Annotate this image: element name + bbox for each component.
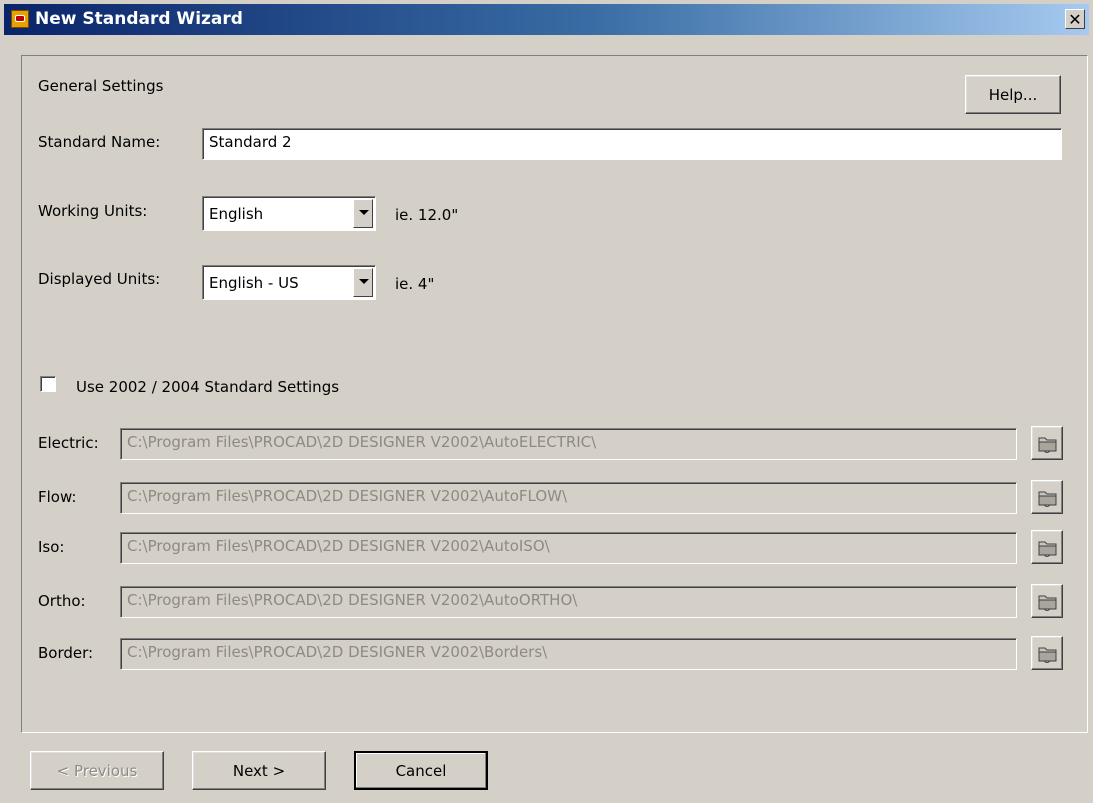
browse-button-0[interactable]: [1031, 426, 1063, 460]
displayed-units-label: Displayed Units:: [38, 270, 161, 288]
displayed-units-value: English - US: [209, 274, 299, 292]
working-units-value: English: [209, 205, 264, 223]
legacy-settings-label[interactable]: Use 2002 / 2004 Standard Settings: [76, 378, 339, 396]
wizard-window: New Standard Wizard ✕ General Settings H…: [0, 0, 1093, 803]
working-units-example: ie. 12.0": [395, 206, 459, 224]
working-units-label: Working Units:: [38, 202, 148, 220]
path-input-2: C:\Program Files\PROCAD\2D DESIGNER V200…: [120, 532, 1017, 564]
app-icon: [11, 10, 29, 28]
path-input-0: C:\Program Files\PROCAD\2D DESIGNER V200…: [120, 428, 1017, 460]
help-button[interactable]: Help...: [965, 75, 1061, 114]
browse-button-4[interactable]: [1031, 636, 1063, 670]
previous-button: < Previous: [30, 751, 164, 790]
standard-name-input[interactable]: Standard 2: [202, 128, 1062, 160]
close-button[interactable]: ✕: [1065, 9, 1085, 29]
path-label-4: Border:: [38, 644, 94, 662]
displayed-units-example: ie. 4": [395, 275, 435, 293]
section-title: General Settings: [38, 77, 164, 95]
chevron-down-icon[interactable]: [353, 268, 373, 297]
path-input-1: C:\Program Files\PROCAD\2D DESIGNER V200…: [120, 482, 1017, 514]
path-label-2: Iso:: [38, 538, 65, 556]
path-label-3: Ortho:: [38, 592, 86, 610]
next-button[interactable]: Next >: [192, 751, 326, 790]
chevron-down-icon[interactable]: [353, 199, 373, 228]
legacy-settings-checkbox[interactable]: [40, 376, 56, 392]
working-units-select[interactable]: English: [202, 196, 376, 231]
displayed-units-select[interactable]: English - US: [202, 265, 376, 300]
standard-name-label: Standard Name:: [38, 133, 161, 151]
path-input-3: C:\Program Files\PROCAD\2D DESIGNER V200…: [120, 586, 1017, 618]
path-label-1: Flow:: [38, 488, 77, 506]
title-bar[interactable]: New Standard Wizard ✕: [4, 4, 1089, 35]
browse-button-3[interactable]: [1031, 584, 1063, 618]
cancel-button[interactable]: Cancel: [354, 751, 488, 790]
browse-button-1[interactable]: [1031, 480, 1063, 514]
browse-button-2[interactable]: [1031, 530, 1063, 564]
path-label-0: Electric:: [38, 434, 99, 452]
path-input-4: C:\Program Files\PROCAD\2D DESIGNER V200…: [120, 638, 1017, 670]
window-title: New Standard Wizard: [35, 9, 243, 29]
